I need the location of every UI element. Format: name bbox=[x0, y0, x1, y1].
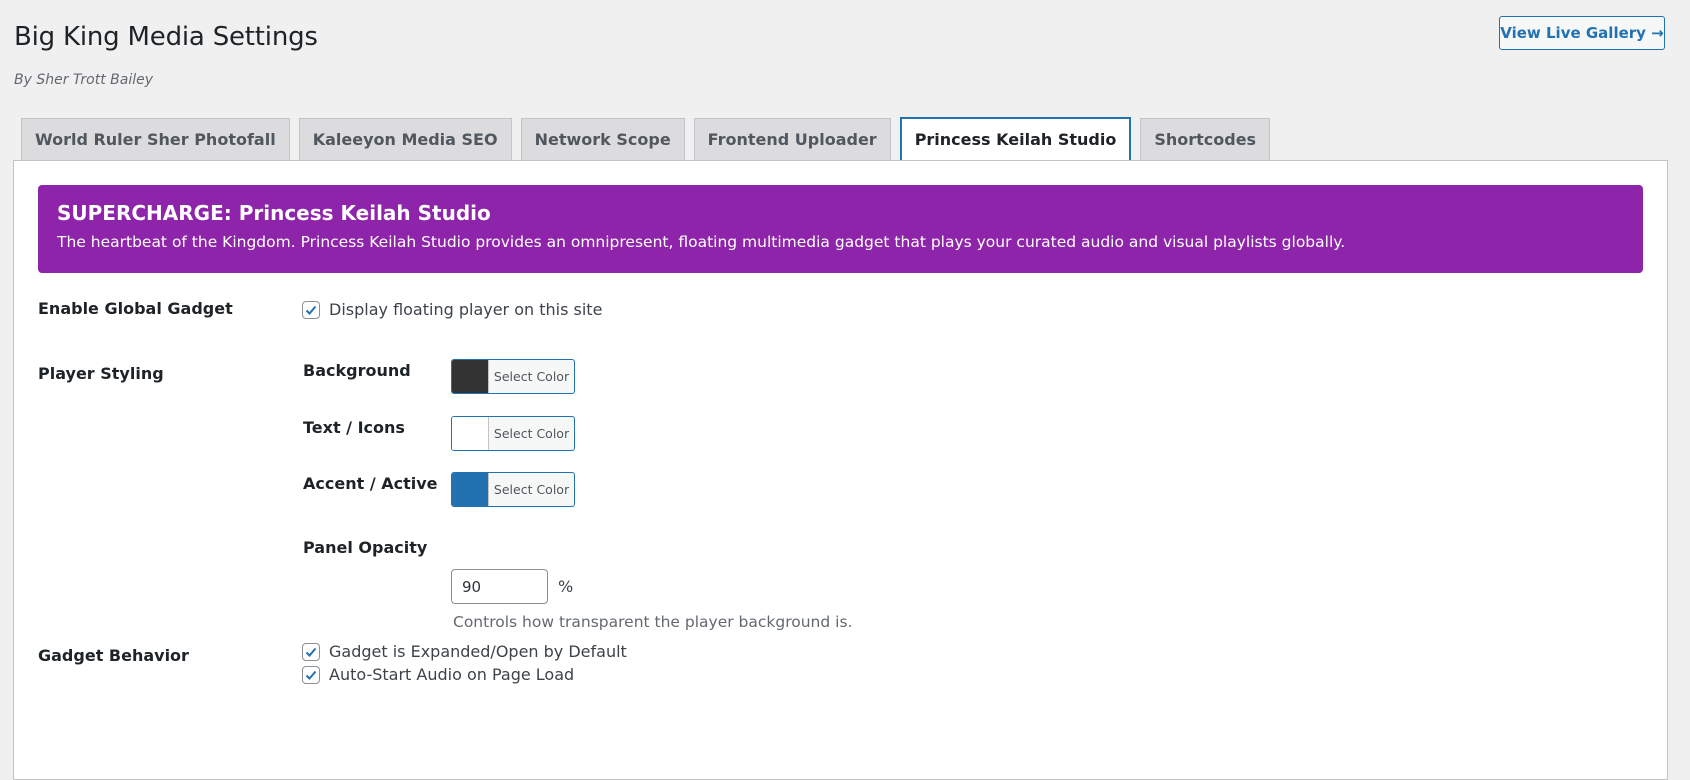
player-styling-label: Player Styling bbox=[38, 364, 164, 383]
opacity-help-text: Controls how transparent the player back… bbox=[453, 613, 853, 631]
panel-opacity-label: Panel Opacity bbox=[303, 538, 428, 557]
panel-opacity-input[interactable] bbox=[451, 569, 548, 604]
autostart-option: Auto-Start Audio on Page Load bbox=[302, 665, 574, 684]
page-byline: By Sher Trott Bailey bbox=[14, 72, 153, 88]
expanded-default-checkbox[interactable] bbox=[302, 642, 320, 661]
background-swatch bbox=[452, 360, 489, 393]
checkmark-icon bbox=[305, 647, 317, 657]
gadget-behavior-label: Gadget Behavior bbox=[38, 646, 189, 665]
banner-title: SUPERCHARGE: Princess Keilah Studio bbox=[57, 201, 491, 225]
supercharge-banner: SUPERCHARGE: Princess Keilah Studio The … bbox=[38, 185, 1643, 273]
banner-description: The heartbeat of the Kingdom. Princess K… bbox=[57, 233, 1346, 251]
text-icons-select-color-label: Select Color bbox=[493, 426, 570, 441]
accent-color-picker[interactable]: Select Color bbox=[451, 472, 575, 507]
expanded-default-label: Gadget is Expanded/Open by Default bbox=[329, 642, 627, 661]
checkmark-icon bbox=[305, 305, 317, 315]
accent-select-color-label: Select Color bbox=[493, 482, 570, 497]
text-icons-color-picker[interactable]: Select Color bbox=[451, 416, 575, 451]
tab-princess-keilah-studio[interactable]: Princess Keilah Studio bbox=[899, 117, 1132, 162]
text-icons-swatch bbox=[452, 417, 489, 450]
enable-gadget-option: Display floating player on this site bbox=[302, 300, 602, 319]
tab-frontend-uploader[interactable]: Frontend Uploader bbox=[693, 118, 891, 160]
tab-network-scope[interactable]: Network Scope bbox=[520, 118, 685, 160]
enable-gadget-label: Enable Global Gadget bbox=[38, 299, 233, 318]
tab-world-ruler-sher-photofall[interactable]: World Ruler Sher Photofall bbox=[21, 118, 290, 160]
background-color-picker[interactable]: Select Color bbox=[451, 359, 575, 394]
accent-label: Accent / Active bbox=[303, 474, 438, 493]
settings-panel: SUPERCHARGE: Princess Keilah Studio The … bbox=[13, 160, 1668, 780]
enable-gadget-checkbox[interactable] bbox=[302, 300, 320, 319]
tab-shortcodes[interactable]: Shortcodes bbox=[1140, 118, 1271, 160]
enable-gadget-checkbox-label: Display floating player on this site bbox=[329, 300, 603, 319]
background-select-color-label: Select Color bbox=[493, 369, 570, 384]
page-title: Big King Media Settings bbox=[14, 22, 318, 52]
opacity-unit: % bbox=[558, 577, 574, 596]
view-live-gallery-button[interactable]: View Live Gallery → bbox=[1499, 16, 1665, 50]
checkmark-icon bbox=[305, 670, 317, 680]
settings-tabs: World Ruler Sher Photofall Kaleeyon Medi… bbox=[21, 117, 1271, 162]
text-icons-label: Text / Icons bbox=[303, 418, 405, 437]
accent-swatch bbox=[452, 473, 489, 506]
background-label: Background bbox=[303, 361, 411, 380]
expanded-default-option: Gadget is Expanded/Open by Default bbox=[302, 642, 627, 661]
autostart-checkbox[interactable] bbox=[302, 665, 320, 684]
autostart-label: Auto-Start Audio on Page Load bbox=[329, 665, 575, 684]
tab-kaleeyon-media-seo[interactable]: Kaleeyon Media SEO bbox=[298, 118, 512, 160]
